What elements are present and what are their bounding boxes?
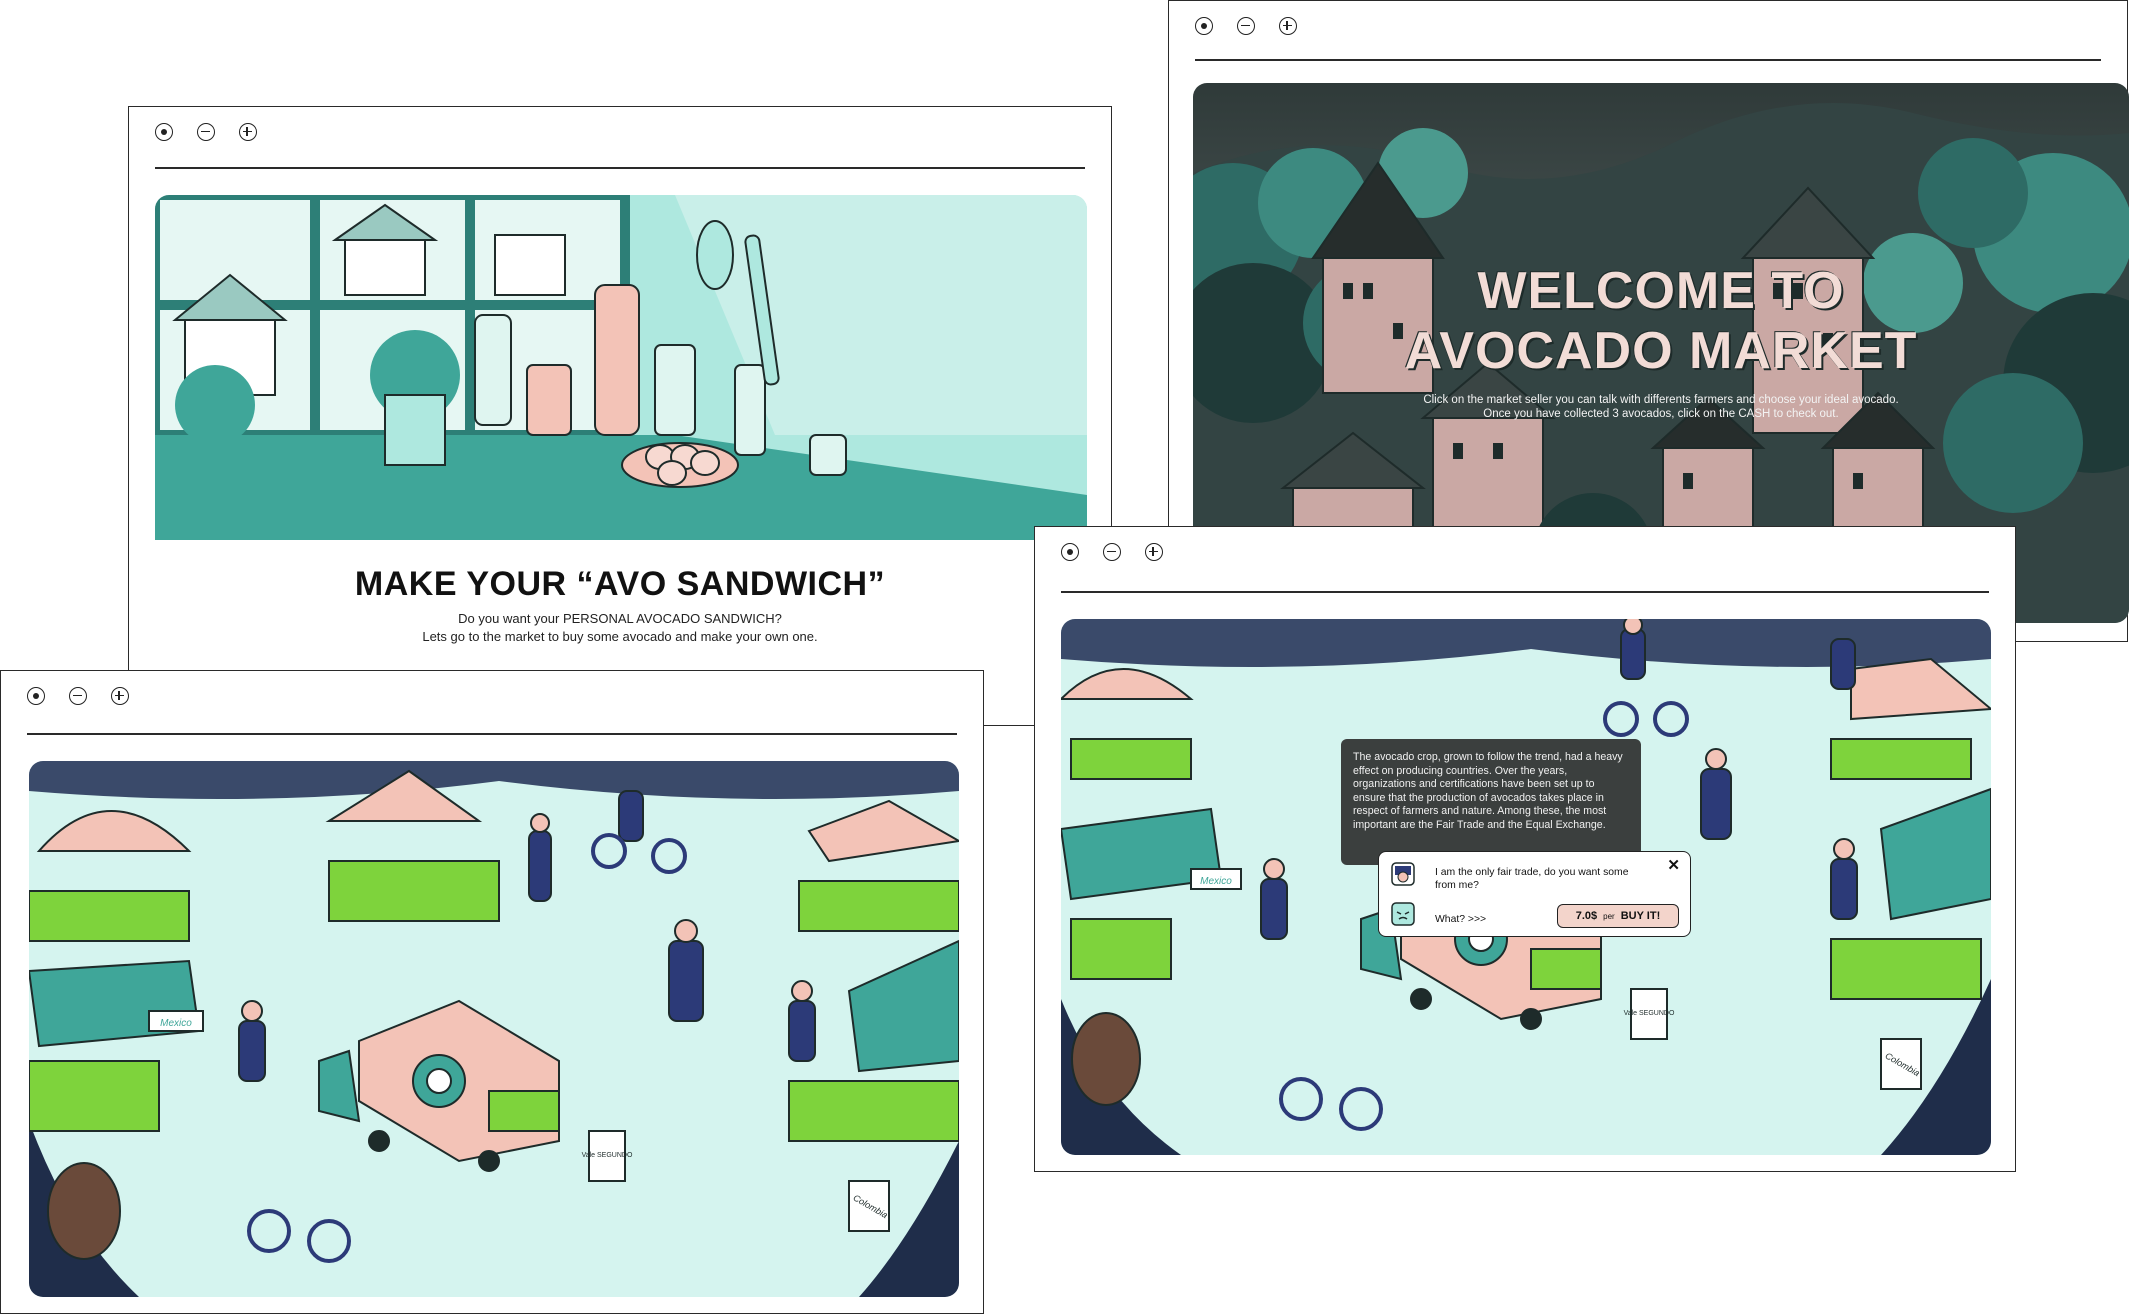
mexico-sign: Mexico <box>160 1018 192 1029</box>
zoom-out-icon[interactable] <box>1103 543 1121 561</box>
price-label: 7.0$ <box>1575 910 1598 922</box>
seller-dialog: ✕ I am the only fair trade, do you want … <box>1378 851 1691 937</box>
zoom-in-icon[interactable] <box>1145 543 1163 561</box>
instructions-line-2: Once you have collected 3 avocados, clic… <box>1483 408 1839 420</box>
target-icon[interactable] <box>1195 17 1213 35</box>
buy-label: BUY IT! <box>1620 910 1661 922</box>
market-scene[interactable]: Mexico Colombia Vale SEGUNDO <box>29 761 959 1297</box>
target-icon[interactable] <box>155 123 173 141</box>
zoom-out-icon[interactable] <box>1237 17 1255 35</box>
target-icon[interactable] <box>1061 543 1079 561</box>
market-scene[interactable]: Mexico Colombia Vale SEGUNDO The avocado… <box>1061 619 1991 1155</box>
sandwich-title: MAKE YOUR “AVO SANDWICH” <box>354 565 886 603</box>
mexico-sign: Mexico <box>1200 876 1232 887</box>
window-divider <box>1061 591 1989 593</box>
seller-message: I am the only fair trade, do you want so… <box>1435 867 1629 891</box>
sandwich-question: Do you want your PERSONAL AVOCADO SANDWI… <box>458 611 782 626</box>
zoom-out-icon[interactable] <box>197 123 215 141</box>
vale-sign: Vale SEGUNDO <box>1624 1010 1675 1017</box>
welcome-instructions: Click on the market seller you can talk … <box>1193 393 2129 421</box>
market-dialog-window: Mexico Colombia Vale SEGUNDO The avocado… <box>1034 526 2016 1172</box>
market-window: Mexico Colombia Vale SEGUNDO <box>0 670 984 1314</box>
window-controls <box>27 687 129 705</box>
zoom-out-icon[interactable] <box>69 687 87 705</box>
zoom-in-icon[interactable] <box>111 687 129 705</box>
fair-trade-info-box: The avocado crop, grown to follow the tr… <box>1341 739 1641 865</box>
window-controls <box>155 123 257 141</box>
sandwich-window: MAKE YOUR “AVO SANDWICH” Do you want you… <box>128 106 1112 726</box>
window-controls <box>1061 543 1163 561</box>
zoom-in-icon[interactable] <box>239 123 257 141</box>
buyer-avatar-icon <box>1391 902 1415 926</box>
market-illustration: Mexico Colombia Vale SEGUNDO <box>29 761 959 1297</box>
per-label: per <box>1603 911 1615 921</box>
info-text: The avocado crop, grown to follow the tr… <box>1353 751 1623 831</box>
target-icon[interactable] <box>27 687 45 705</box>
close-icon[interactable]: ✕ <box>1667 856 1680 874</box>
instructions-line-1: Click on the market seller you can talk … <box>1423 394 1899 406</box>
zoom-in-icon[interactable] <box>1279 17 1297 35</box>
vale-sign: Vale SEGUNDO <box>582 1152 633 1159</box>
window-divider <box>155 167 1085 169</box>
seller-avatar-icon <box>1391 862 1415 886</box>
window-divider <box>1195 59 2101 61</box>
buy-button[interactable]: 7.0$ per BUY IT! <box>1557 904 1679 928</box>
kitchen-scene <box>155 195 1087 540</box>
sandwich-invite: Lets go to the market to buy some avocad… <box>422 629 818 644</box>
window-divider <box>27 733 957 735</box>
kitchen-illustration <box>155 195 1087 540</box>
reply-option[interactable]: What? >>> <box>1435 914 1486 925</box>
welcome-title: WELCOME TO AVOCADO MARKET <box>1404 262 1918 380</box>
window-controls <box>1195 17 1297 35</box>
